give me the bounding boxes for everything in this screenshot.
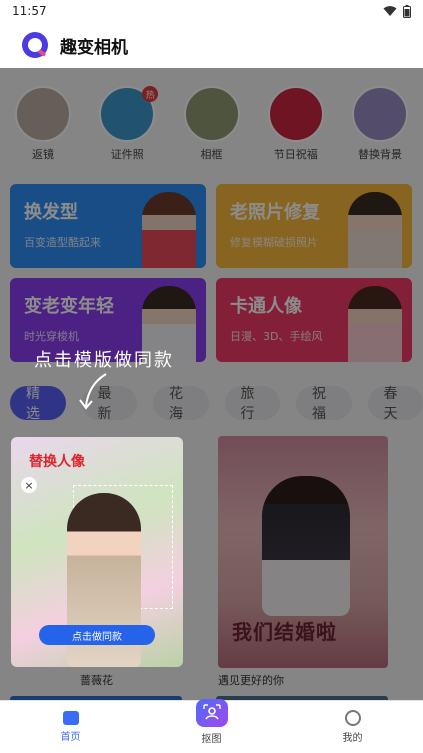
feature-fanjing[interactable]: 返镜 xyxy=(10,86,76,162)
home-icon xyxy=(62,711,79,725)
category-tabs: 精选 最新 花海 旅行 祝福 春天 xyxy=(10,386,423,422)
status-bar: 11:57 xyxy=(0,0,423,22)
nav-label: 抠图 xyxy=(201,734,222,745)
guide-tip-text: 点击模版做同款 xyxy=(34,350,174,371)
card-portrait-image xyxy=(348,192,402,268)
hot-badge: 热 xyxy=(142,86,159,102)
feature-label: 返镜 xyxy=(32,148,54,161)
feature-avatar xyxy=(183,86,240,142)
feature-avatar xyxy=(352,86,408,142)
template-overlay-text: 我们结婚啦 xyxy=(232,620,337,644)
feature-label: 证件照 xyxy=(110,148,144,161)
close-icon[interactable]: × xyxy=(21,477,37,493)
feature-avatar xyxy=(15,86,71,142)
nav-home[interactable]: 首页 xyxy=(31,711,111,743)
wifi-icon xyxy=(383,6,397,16)
status-time: 11:57 xyxy=(12,4,47,18)
feature-label: 节日祝福 xyxy=(273,148,318,161)
card-portrait-image xyxy=(348,286,402,362)
nav-cutout[interactable]: 抠图 xyxy=(172,699,252,745)
status-icons xyxy=(383,4,411,18)
feature-avatar xyxy=(267,86,324,142)
profile-icon xyxy=(344,710,361,726)
wedding-couple-image xyxy=(262,476,350,616)
cutout-icon xyxy=(195,699,228,727)
nav-me[interactable]: 我的 xyxy=(313,710,393,744)
feature-label: 替换背景 xyxy=(358,148,402,161)
tab-travel[interactable]: 旅行 xyxy=(224,386,280,422)
template-caption: 遇见更好的你 xyxy=(218,674,284,687)
feature-label: 相框 xyxy=(200,148,223,161)
guide-arrow-icon xyxy=(79,373,107,410)
app-title: 趣变相机 xyxy=(60,37,128,58)
tab-flowers[interactable]: 花海 xyxy=(153,386,209,422)
feature-id-photo[interactable]: 热 证件照 xyxy=(94,86,160,162)
template-label: 替换人像 xyxy=(29,454,85,470)
nav-label: 首页 xyxy=(60,732,81,743)
battery-icon xyxy=(403,4,411,18)
template-card-wedding[interactable]: 我们结婚啦 xyxy=(218,436,388,668)
make-same-button[interactable]: 点击做同款 xyxy=(39,625,155,645)
nav-label: 我的 xyxy=(342,733,363,744)
app-bar: 趣变相机 xyxy=(0,22,423,68)
bottom-nav: 首页 抠图 我的 xyxy=(0,699,423,753)
card-cartoon-portrait[interactable]: 卡通人像 日漫、3D、手绘风 xyxy=(216,278,412,362)
card-change-hairstyle[interactable]: 换发型 百变造型酷起来 xyxy=(10,184,206,268)
tab-featured[interactable]: 精选 xyxy=(10,386,66,422)
template-caption: 蔷薇花 xyxy=(80,674,113,687)
feature-photo-frame[interactable]: 相框 xyxy=(179,86,245,162)
card-portrait-image xyxy=(142,192,196,268)
template-card-highlighted[interactable]: 替换人像 × 点击做同款 xyxy=(11,437,183,667)
tab-spring[interactable]: 春天 xyxy=(367,386,423,422)
feature-replace-background[interactable]: 替换背景 xyxy=(347,86,413,162)
feature-holiday-greeting[interactable]: 节日祝福 xyxy=(263,86,329,162)
app-logo-icon xyxy=(22,32,48,58)
tab-blessing[interactable]: 祝福 xyxy=(296,386,352,422)
feature-shortcuts: 返镜 热 证件照 相框 节日祝福 替换背景 xyxy=(0,86,423,162)
card-old-photo-repair[interactable]: 老照片修复 修复模糊破损照片 xyxy=(216,184,412,268)
